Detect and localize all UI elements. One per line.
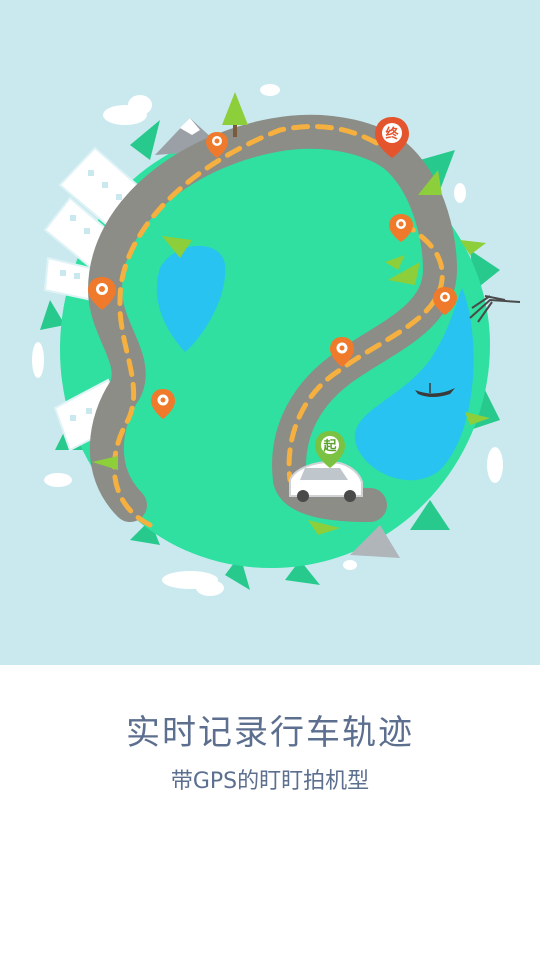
intro-text-area: 实时记录行车轨迹 带GPS的盯盯拍机型 bbox=[0, 665, 540, 960]
start-pin-label: 起 bbox=[322, 438, 337, 454]
globe-illustration: 终 起 bbox=[32, 84, 521, 596]
hero-illustration: 终 起 bbox=[0, 0, 540, 665]
car-icon bbox=[289, 460, 363, 502]
page-title: 实时记录行车轨迹 bbox=[126, 713, 414, 753]
end-pin-label: 终 bbox=[385, 126, 399, 142]
page-subtitle: 带GPS的盯盯拍机型 bbox=[170, 769, 370, 794]
